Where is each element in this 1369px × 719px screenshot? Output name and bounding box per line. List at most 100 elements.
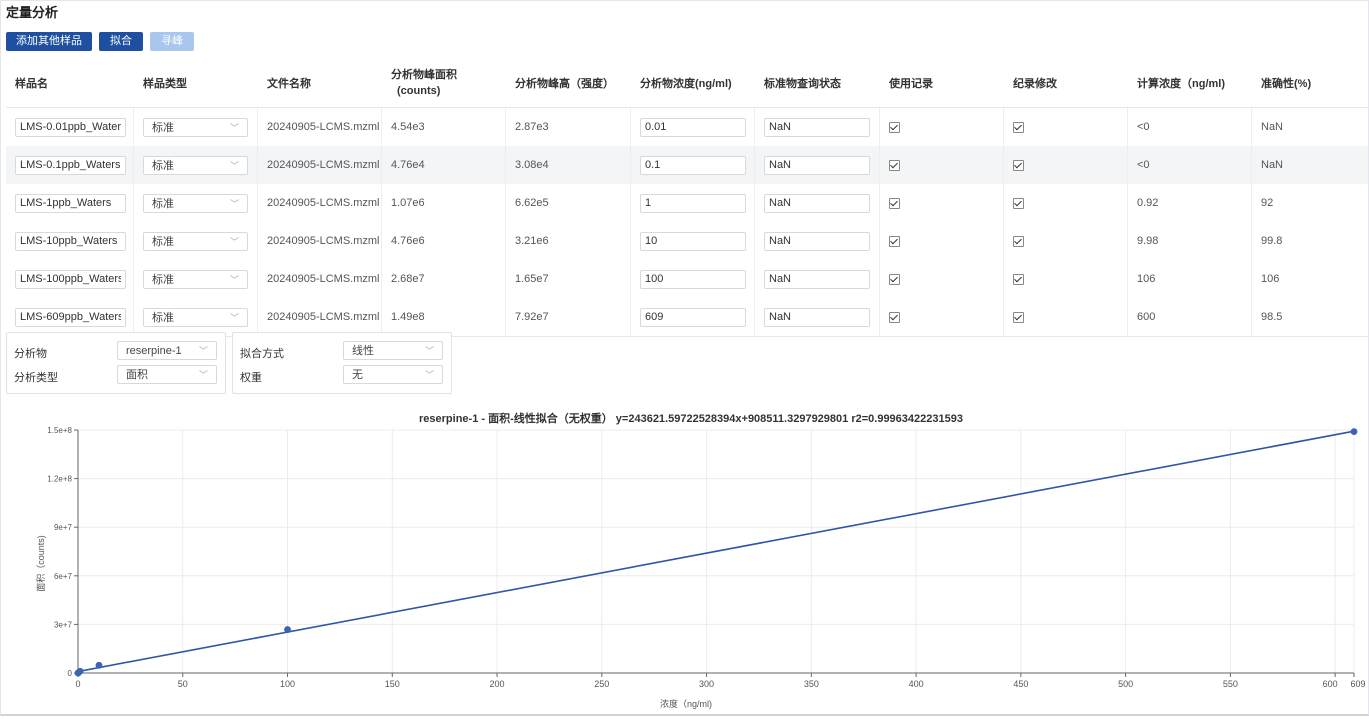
concentration-input[interactable]: [640, 307, 746, 327]
sample-type-select[interactable]: 标准 ﹀: [143, 269, 248, 289]
chart-title: reserpine-1 - 面积-线性拟合（无权重） y=243621.5972…: [419, 413, 963, 425]
x-tick-label: 300: [699, 679, 714, 689]
concentration-input[interactable]: [640, 231, 746, 251]
modify-record-checkbox[interactable]: [1013, 121, 1024, 133]
x-tick-label: 450: [1013, 679, 1028, 689]
cell-conc: [631, 146, 755, 184]
cell-file: 20240905-LCMS.mzml: [258, 298, 382, 336]
modify-record-checkbox[interactable]: [1013, 273, 1024, 285]
table-row[interactable]: 标准 ﹀ 20240905-LCMS.mzml4.76e43.08e4 <0 NaN: [6, 146, 1368, 185]
standard-status-field[interactable]: [764, 307, 870, 327]
sample-name-input[interactable]: [15, 269, 126, 289]
cell-status: [755, 222, 880, 260]
modify-record-checkbox[interactable]: [1013, 159, 1024, 171]
chevron-down-icon: ﹀: [198, 370, 208, 380]
data-point: [284, 626, 291, 633]
cell-accuracy: NaN: [1261, 121, 1284, 133]
cell-sample: [6, 222, 134, 260]
page-title: 定量分析: [6, 5, 59, 20]
cell-status: [755, 260, 880, 298]
modify-record-checkbox[interactable]: [1013, 235, 1024, 247]
cell-file: 20240905-LCMS.mzml: [258, 184, 382, 222]
fit-method-select[interactable]: 线性 ﹀: [343, 341, 443, 360]
sample-name-input[interactable]: [15, 231, 126, 251]
modify-record-checkbox[interactable]: [1013, 311, 1024, 323]
cell-area: 4.76e6: [382, 222, 506, 260]
chevron-down-icon: ﹀: [229, 312, 239, 323]
cell-modify: [1004, 146, 1128, 184]
th-accuracy: 准确性(%): [1261, 78, 1312, 90]
cell-sample: [6, 298, 134, 336]
chevron-down-icon: ﹀: [229, 274, 239, 285]
cell-modify: [1004, 260, 1128, 298]
use-record-checkbox[interactable]: [889, 235, 900, 247]
chevron-down-icon: ﹀: [229, 122, 239, 133]
table-row[interactable]: 标准 ﹀ 20240905-LCMS.mzml4.76e63.21e6 9.98 99.…: [6, 222, 1368, 261]
cell-accuracy: 92: [1261, 197, 1274, 209]
sample-name-input[interactable]: [15, 155, 126, 175]
cell-status: [755, 298, 880, 336]
cell-calc: <0: [1128, 146, 1252, 184]
x-tick-label: 400: [909, 679, 924, 689]
add-sample-button[interactable]: 添加其他样品: [6, 32, 92, 51]
modify-record-checkbox[interactable]: [1013, 197, 1024, 209]
analysis-settings-panel: 分析物 reserpine-1 ﹀ 分析类型 面积 ﹀: [6, 332, 226, 394]
use-record-checkbox[interactable]: [889, 311, 900, 323]
toolbar: 添加其他样品 拟合 寻峰: [6, 32, 194, 51]
fit-button[interactable]: 拟合: [99, 32, 143, 51]
x-tick-label: 500: [1118, 679, 1133, 689]
standard-status-field[interactable]: [764, 269, 870, 289]
standard-status-field[interactable]: [764, 117, 870, 137]
cell-height: 1.65e7: [506, 260, 631, 298]
th-area: 分析物峰面积 (counts): [391, 69, 457, 97]
cell-calc: 106: [1128, 260, 1252, 298]
th-calc: 计算浓度（ng/ml): [1137, 78, 1225, 90]
use-record-checkbox[interactable]: [889, 159, 900, 171]
standard-status-field[interactable]: [764, 231, 870, 251]
th-modify: 纪录修改: [1013, 78, 1057, 90]
chevron-down-icon: ﹀: [229, 160, 239, 171]
analysis-type-select[interactable]: 面积 ﹀: [117, 365, 217, 384]
concentration-input[interactable]: [640, 269, 746, 289]
cell-area: 2.68e7: [382, 260, 506, 298]
cell-accuracy: 106: [1261, 273, 1280, 285]
cell-calc: 0.92: [1128, 184, 1252, 222]
concentration-input[interactable]: [640, 193, 746, 213]
data-point: [76, 667, 84, 675]
x-tick-label: 350: [804, 679, 819, 689]
table-row[interactable]: 标准 ﹀ 20240905-LCMS.mzml4.54e32.87e3 <0 NaN: [6, 108, 1368, 147]
sample-name-input[interactable]: [15, 117, 126, 137]
use-record-checkbox[interactable]: [889, 121, 900, 133]
sample-type-select[interactable]: 标准 ﹀: [143, 155, 248, 175]
sample-type-value: 标准: [152, 235, 174, 248]
table-row[interactable]: 标准 ﹀ 20240905-LCMS.mzml1.07e66.62e5 0.92 92: [6, 184, 1368, 223]
x-tick-label: 600: [1323, 679, 1338, 689]
standard-status-field[interactable]: [764, 193, 870, 213]
sample-name-input[interactable]: [15, 193, 126, 213]
sample-type-select[interactable]: 标准 ﹀: [143, 307, 248, 327]
standard-status-field[interactable]: [764, 155, 870, 175]
weight-select[interactable]: 无 ﹀: [343, 365, 443, 384]
sample-name-input[interactable]: [15, 307, 126, 327]
cell-accuracy: 99.8: [1261, 235, 1283, 247]
cell-calc: <0: [1128, 108, 1252, 146]
concentration-input[interactable]: [640, 155, 746, 175]
cell-use: [880, 146, 1004, 184]
concentration-input[interactable]: [640, 117, 746, 137]
cell-type: 标准 ﹀: [134, 184, 258, 222]
sample-type-select[interactable]: 标准 ﹀: [143, 231, 248, 251]
sample-type-select[interactable]: 标准 ﹀: [143, 117, 248, 137]
use-record-checkbox[interactable]: [889, 197, 900, 209]
peak-find-button[interactable]: 寻峰: [150, 32, 194, 51]
weight-label: 权重: [240, 372, 262, 384]
table-row[interactable]: 标准 ﹀ 20240905-LCMS.mzml2.68e71.65e7 106 106: [6, 260, 1368, 299]
analyte-select[interactable]: reserpine-1 ﹀: [117, 341, 217, 360]
sample-type-select[interactable]: 标准 ﹀: [143, 193, 248, 213]
cell-conc: [631, 222, 755, 260]
use-record-checkbox[interactable]: [889, 273, 900, 285]
x-tick-label: 550: [1223, 679, 1238, 689]
cell-accuracy: 98.5: [1261, 311, 1283, 323]
chevron-down-icon: ﹀: [424, 346, 434, 356]
chart-svg: 0 50 100 150 200 250 300 350 400 450 500 550 600 609 0…: [35, 426, 1366, 709]
cell-type: 标准 ﹀: [134, 146, 258, 184]
